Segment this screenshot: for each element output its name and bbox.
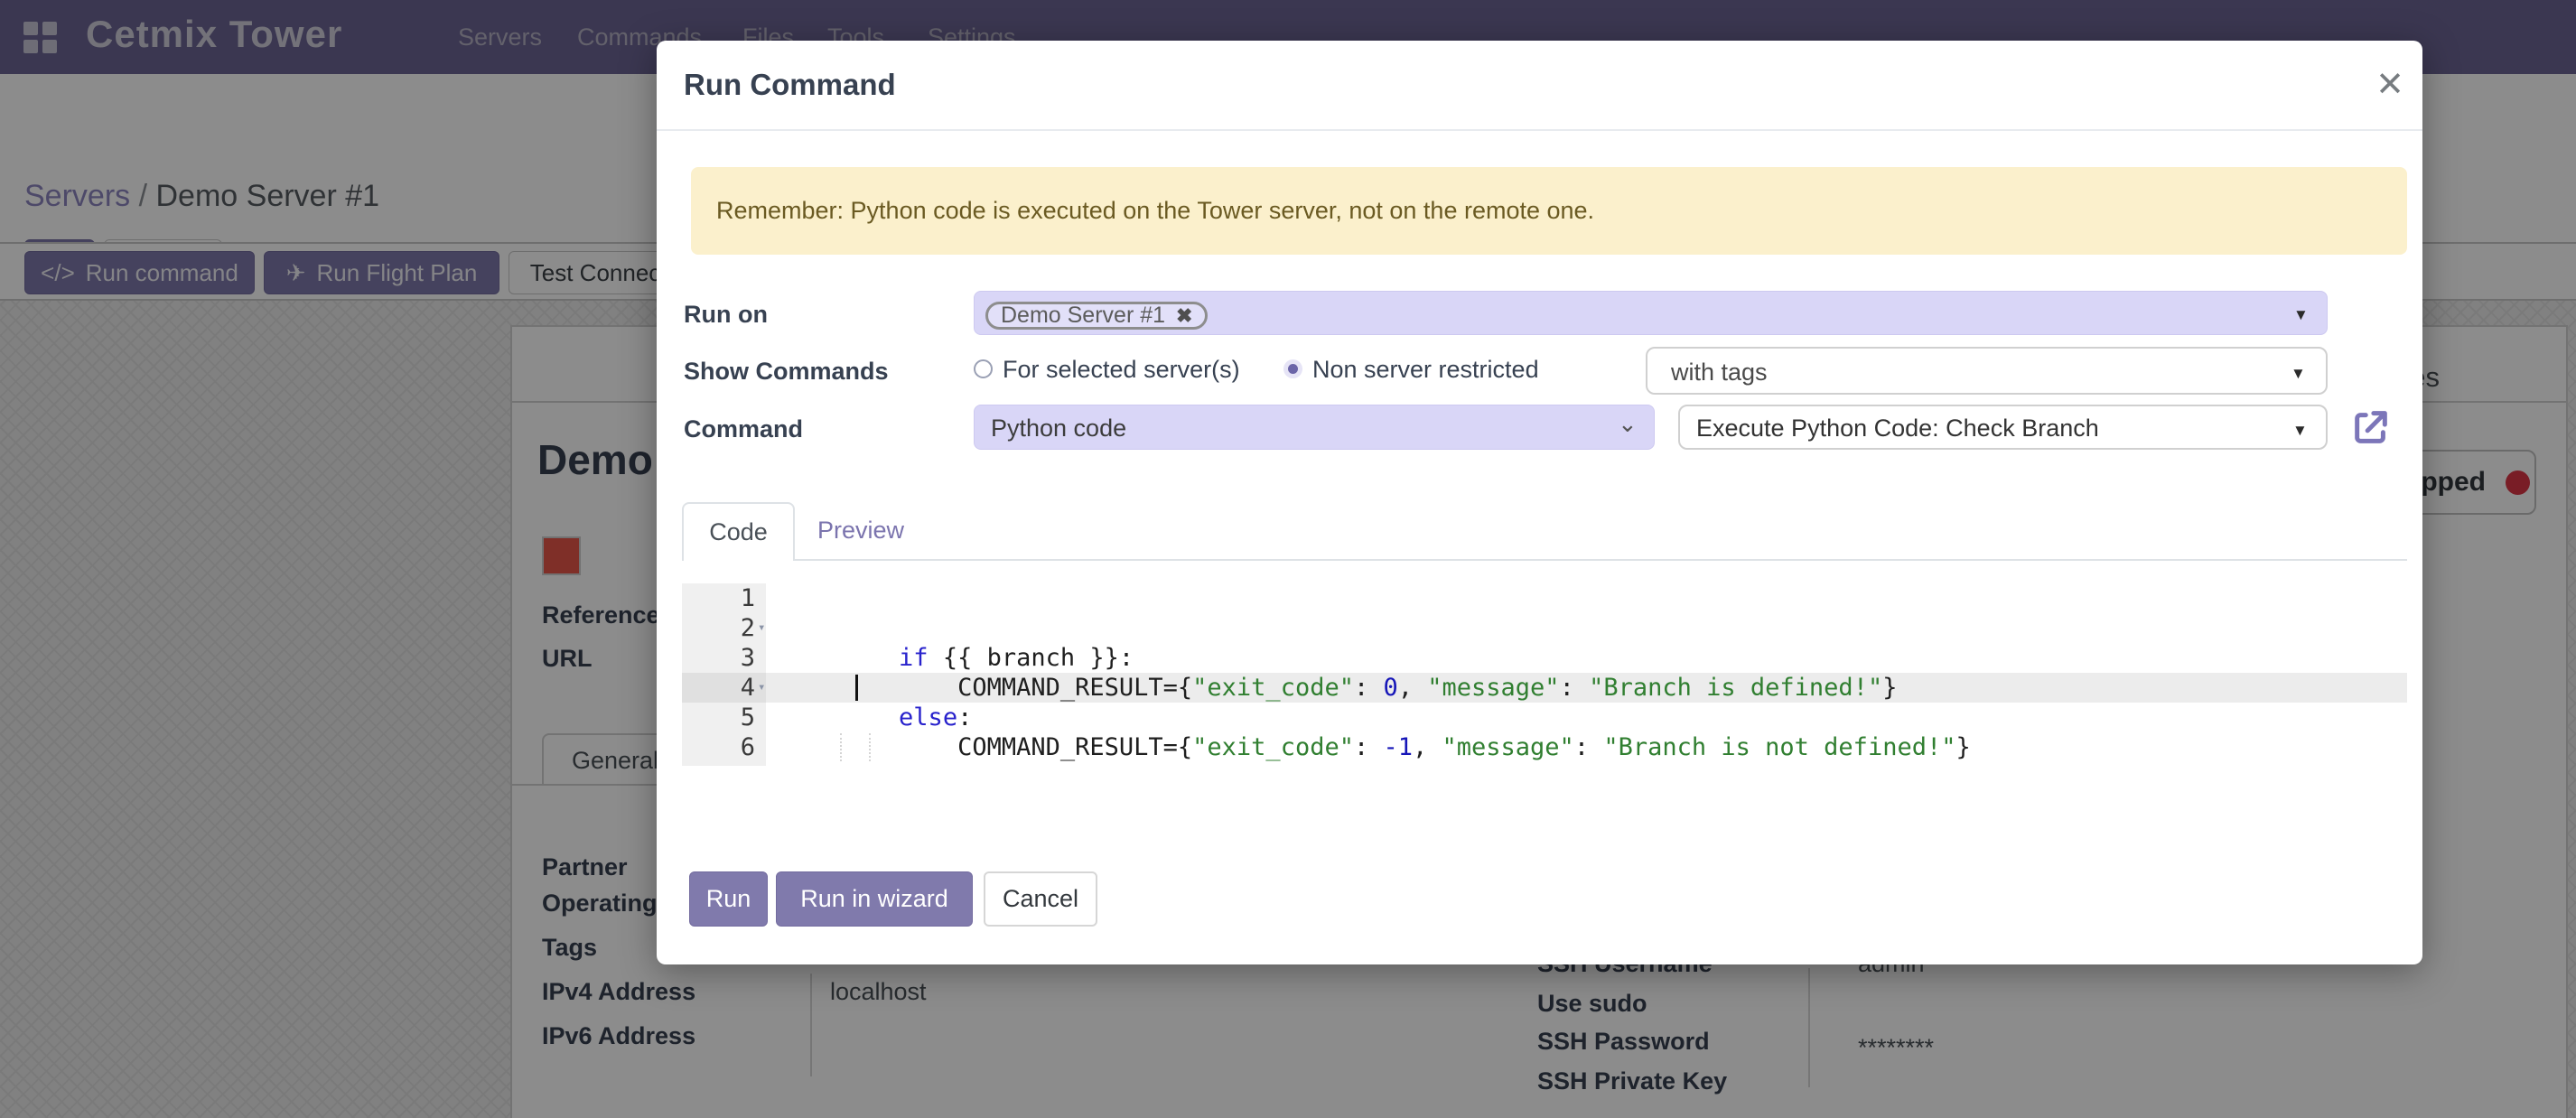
chevron-down-icon: ▼ (2293, 306, 2309, 324)
tag-remove-icon[interactable]: ✖ (1176, 304, 1192, 328)
tab-code[interactable]: Code (682, 502, 795, 561)
code-line: else: (781, 673, 972, 703)
run-command-modal: Run Command ✕ Remember: Python code is e… (657, 41, 2422, 964)
command-select[interactable]: Execute Python Code: Check Branch ▼ (1678, 405, 2328, 450)
external-link-icon[interactable] (2350, 406, 2392, 448)
radio-label-for-selected-servers[interactable]: For selected server(s) (1003, 356, 1240, 384)
code-editor[interactable]: 1 2 3 4 5 6 ▾ ▾ if {{ branch }}: COMMAND… (682, 583, 2407, 769)
line-number: 3 (682, 643, 755, 673)
divider (657, 129, 2422, 131)
fold-toggle-icon[interactable]: ▾ (758, 613, 765, 643)
chevron-down-icon: ⌄ (1618, 410, 1638, 438)
radio-non-server-restricted[interactable] (1283, 359, 1302, 378)
line-number: 2 (682, 613, 755, 643)
tab-preview[interactable]: Preview (817, 517, 904, 545)
fold-toggle-icon[interactable]: ▾ (758, 673, 765, 703)
text-cursor (855, 675, 858, 701)
code-line: COMMAND_RESULT={"exit_code": -1, "messag… (781, 703, 1971, 732)
run-in-wizard-button[interactable]: Run in wizard (776, 871, 973, 927)
command-type-select[interactable]: Python code ⌄ (974, 405, 1655, 450)
warning-banner: Remember: Python code is executed on the… (691, 167, 2407, 255)
run-on-field[interactable]: Demo Server #1 ✖ ▼ (974, 291, 2328, 335)
radio-for-selected-servers[interactable] (974, 359, 993, 378)
page: Cetmix Tower Servers Commands Files Tool… (0, 0, 2576, 1118)
indent-guide (840, 733, 842, 761)
run-button[interactable]: Run (689, 871, 768, 927)
with-tags-select[interactable]: with tags ▼ (1646, 347, 2328, 395)
chevron-down-icon: ▼ (2292, 422, 2308, 440)
code-line: COMMAND_RESULT={"exit_code": 0, "message… (781, 643, 1897, 673)
line-number: 4 (682, 673, 755, 703)
show-commands-label: Show Commands (684, 358, 889, 386)
line-number: 5 (682, 703, 755, 732)
line-number: 1 (682, 583, 755, 613)
tabs-underline (682, 559, 2407, 561)
cancel-button[interactable]: Cancel (984, 871, 1097, 927)
indent-guide (869, 733, 871, 761)
command-label: Command (684, 415, 803, 443)
radio-label-non-server-restricted[interactable]: Non server restricted (1312, 356, 1539, 384)
code-line: if {{ branch }}: (781, 613, 1134, 643)
line-number: 6 (682, 732, 755, 762)
close-icon[interactable]: ✕ (2368, 62, 2412, 106)
chevron-down-icon: ▼ (2291, 365, 2306, 383)
modal-title: Run Command (684, 68, 896, 102)
server-tag[interactable]: Demo Server #1 ✖ (985, 302, 1208, 330)
run-on-label: Run on (684, 301, 768, 329)
